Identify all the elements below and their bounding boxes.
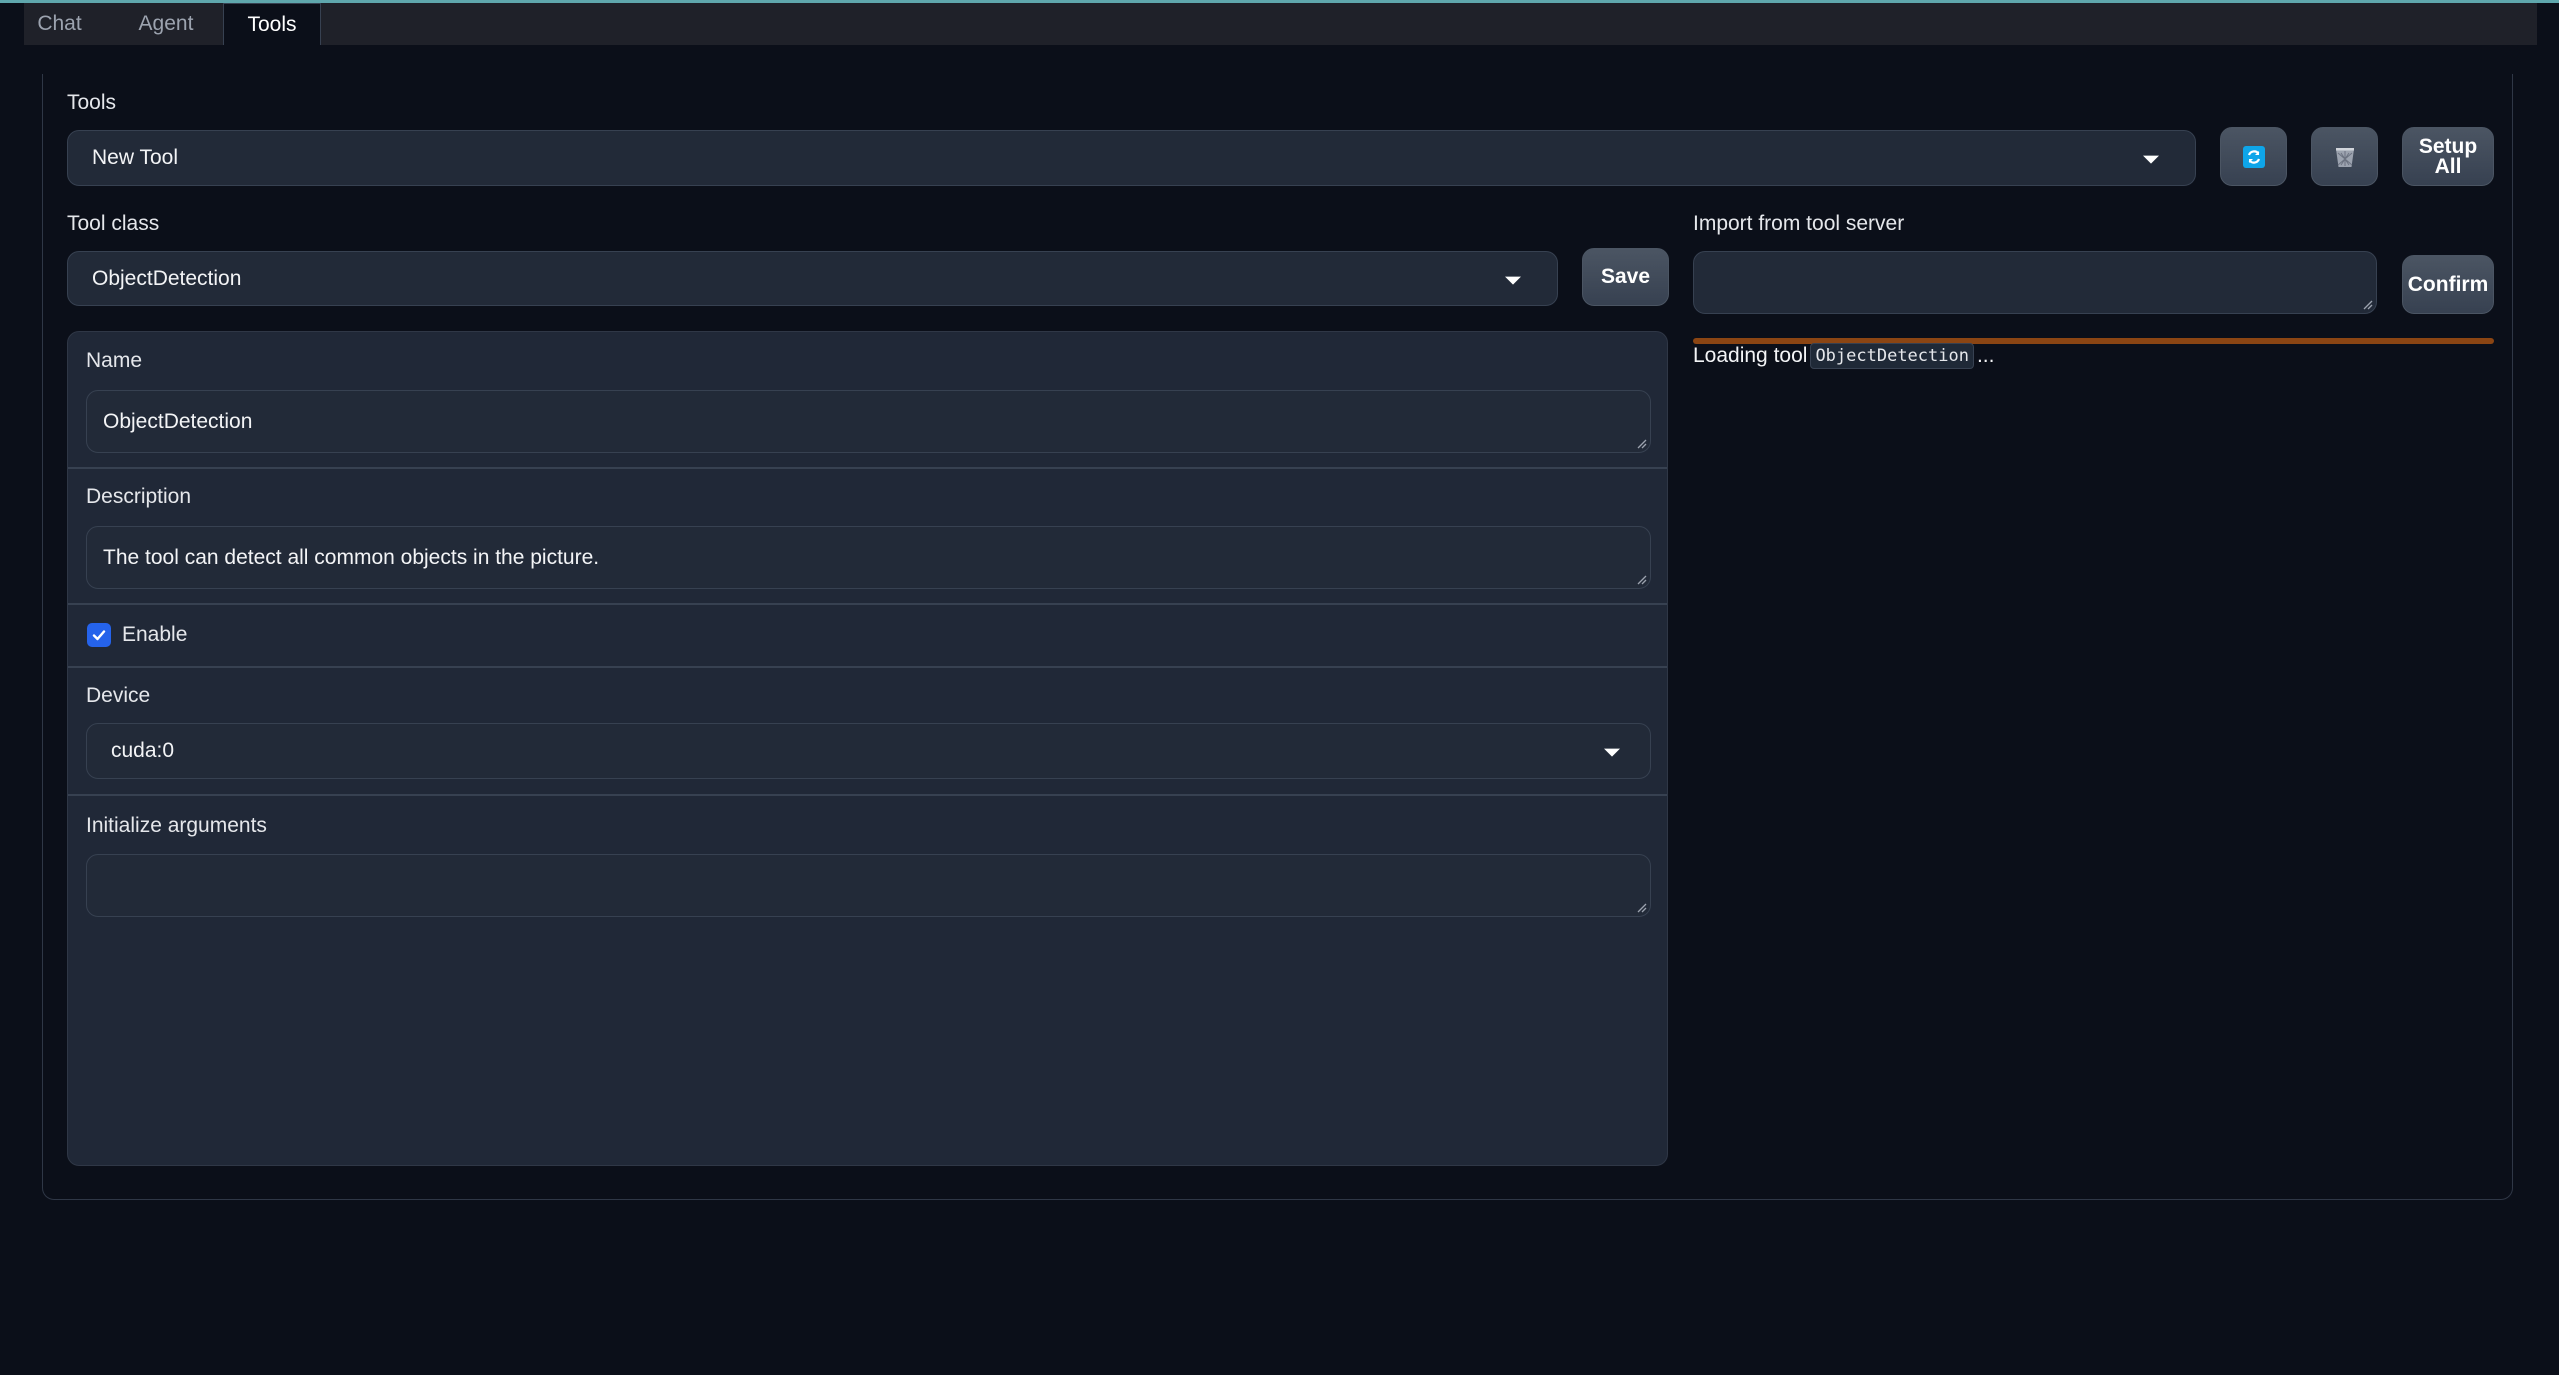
- device-select-value: cuda:0: [111, 739, 175, 762]
- refresh-icon: [2242, 145, 2265, 168]
- chevron-down-icon: [2143, 155, 2159, 164]
- enable-label[interactable]: Enable: [122, 623, 187, 647]
- confirm-button[interactable]: Confirm: [2402, 255, 2494, 314]
- tab-bar: Chat Agent Tools: [24, 3, 2537, 45]
- tab-chat[interactable]: Chat: [24, 3, 95, 45]
- trash-icon: [2335, 147, 2354, 167]
- tab-agent[interactable]: Agent: [111, 3, 221, 45]
- save-button[interactable]: Save: [1582, 248, 1669, 306]
- import-input[interactable]: [1693, 251, 2377, 314]
- loading-status: Loading tool ObjectDetection ...: [1693, 343, 1994, 369]
- tool-class-select-value: ObjectDetection: [92, 266, 242, 290]
- import-label: Import from tool server: [1693, 212, 1905, 235]
- resize-handle-icon[interactable]: [2363, 300, 2373, 310]
- tab-tools[interactable]: Tools: [223, 3, 321, 45]
- divider: [68, 666, 1667, 668]
- delete-button[interactable]: [2311, 127, 2378, 186]
- description-input[interactable]: The tool can detect all common objects i…: [86, 526, 1651, 589]
- loading-suffix: ...: [1976, 344, 1995, 367]
- checkmark-icon: [92, 630, 106, 641]
- tool-class-label: Tool class: [67, 212, 160, 235]
- name-label: Name: [86, 349, 143, 372]
- name-input[interactable]: ObjectDetection: [86, 390, 1651, 453]
- init-args-label: Initialize arguments: [86, 814, 267, 837]
- divider: [68, 467, 1667, 469]
- resize-handle-icon[interactable]: [1637, 439, 1647, 449]
- tools-select-value: New Tool: [92, 146, 178, 169]
- device-select[interactable]: cuda:0: [86, 723, 1651, 779]
- tools-label: Tools: [67, 91, 117, 114]
- setup-all-button[interactable]: Setup All: [2402, 127, 2494, 186]
- description-label: Description: [86, 485, 192, 508]
- divider: [68, 603, 1667, 605]
- enable-checkbox[interactable]: [87, 623, 111, 647]
- tool-config-form: Name ObjectDetection Description The too…: [67, 331, 1668, 1166]
- resize-handle-icon[interactable]: [1637, 903, 1647, 913]
- refresh-button[interactable]: [2220, 127, 2287, 186]
- chevron-down-icon: [1505, 276, 1521, 285]
- loading-prefix: Loading tool: [1693, 344, 1808, 367]
- tools-select[interactable]: New Tool: [67, 130, 2196, 186]
- chevron-down-icon: [1604, 748, 1620, 757]
- init-args-input[interactable]: [86, 854, 1651, 917]
- device-label: Device: [86, 684, 151, 707]
- loading-tool-name: ObjectDetection: [1810, 343, 1974, 369]
- resize-handle-icon[interactable]: [1637, 575, 1647, 585]
- tool-class-select[interactable]: ObjectDetection: [67, 251, 1558, 306]
- divider: [68, 794, 1667, 796]
